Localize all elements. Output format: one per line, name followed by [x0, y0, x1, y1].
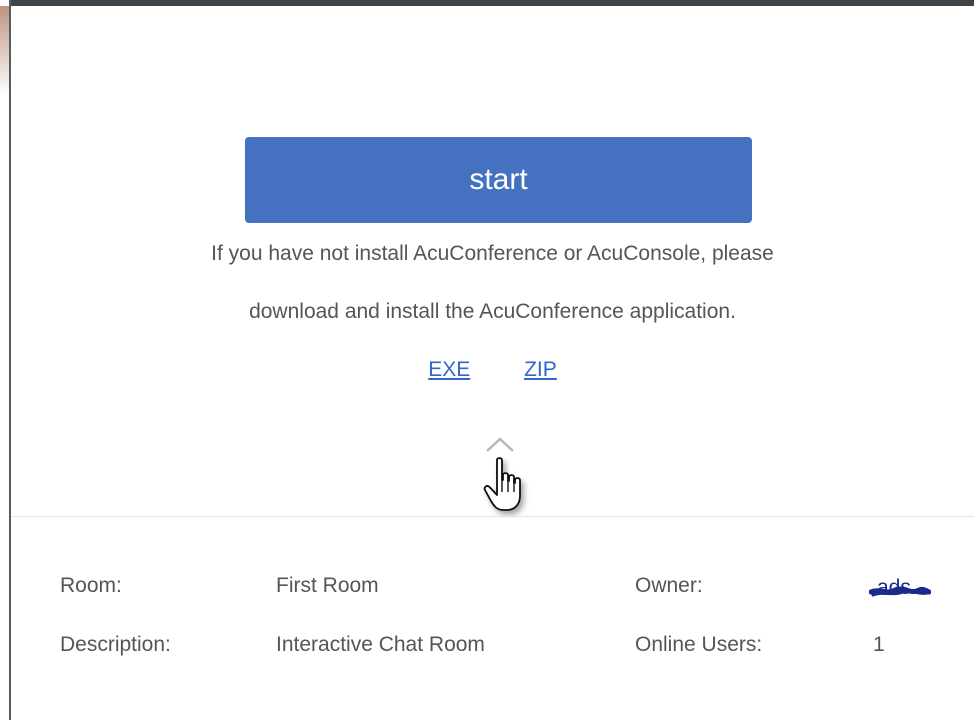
left-border-accent — [0, 6, 9, 96]
install-info-line-1: If you have not install AcuConference or… — [211, 242, 774, 265]
conference-panel: start If you have not install AcuConfere… — [11, 6, 974, 720]
description-label: Description: — [60, 633, 171, 656]
online-users-value: 1 — [873, 633, 885, 656]
start-button[interactable]: start — [245, 137, 752, 223]
download-exe-link[interactable]: EXE — [428, 358, 470, 381]
download-links: EXE ZIP — [11, 358, 974, 382]
room-value: First Room — [276, 574, 379, 597]
window-left-border — [0, 0, 11, 720]
owner-label: Owner: — [635, 574, 703, 597]
install-info-line-2: download and install the AcuConference a… — [249, 300, 736, 323]
section-divider — [11, 516, 974, 517]
owner-value-redacted: ads — [869, 576, 931, 602]
redaction-scribble — [869, 586, 931, 597]
hand-pointer-icon — [483, 457, 521, 511]
chevron-up-icon[interactable] — [483, 434, 517, 454]
download-zip-link[interactable]: ZIP — [524, 358, 557, 381]
room-label: Room: — [60, 574, 122, 597]
online-users-label: Online Users: — [635, 633, 763, 656]
description-value: Interactive Chat Room — [276, 633, 485, 656]
